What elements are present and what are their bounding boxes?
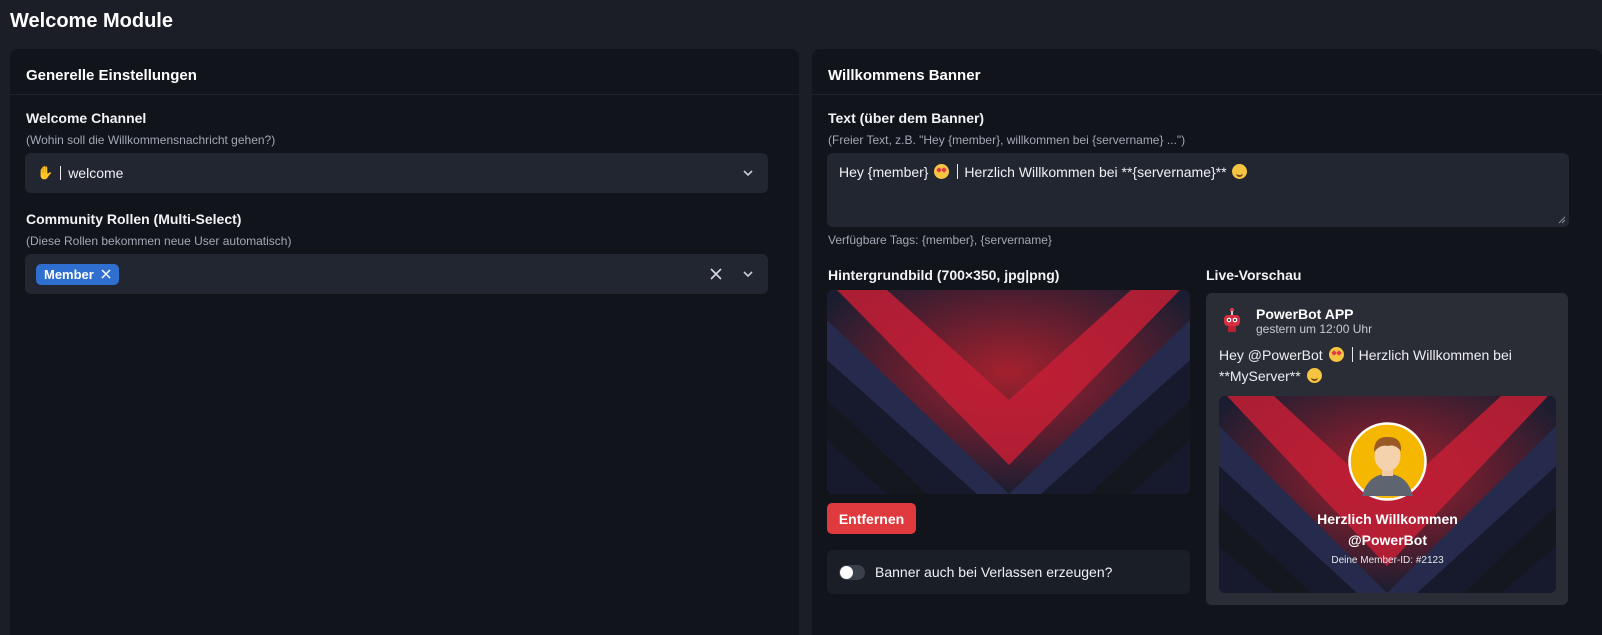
general-settings-card: Generelle Einstellungen Welcome Channel … <box>10 49 799 635</box>
community-roles-multiselect[interactable]: Member <box>25 254 768 294</box>
background-image-label: Hintergrundbild (700×350, jpg|png) <box>828 267 1060 283</box>
banner-text-prefix: Hey {member} <box>839 164 929 180</box>
waving-hand-icon: ✋ <box>37 165 54 180</box>
welcome-channel-select[interactable]: ✋ welcome <box>25 153 768 193</box>
welcome-channel-label: Welcome Channel <box>26 110 147 126</box>
role-tag-label: Member <box>44 266 94 282</box>
welcome-banner-heading: Willkommens Banner <box>812 49 1602 95</box>
banner-graphic <box>827 290 1190 494</box>
preview-card-member-id: Deine Member-ID: #2123 <box>1331 555 1444 566</box>
banner-text-label: Text (über dem Banner) <box>828 110 985 126</box>
message-timestamp: gestern um 12:00 Uhr <box>1256 322 1373 336</box>
toggle-knob <box>840 565 853 579</box>
leave-banner-label: Banner auch bei Verlassen erzeugen? <box>875 564 1113 580</box>
bot-name: PowerBot APP <box>1256 306 1354 322</box>
role-tag-member: Member <box>36 263 119 285</box>
welcome-channel-value: welcome <box>68 165 124 181</box>
clear-all-icon[interactable] <box>710 268 722 280</box>
community-roles-hint: (Diese Rollen bekommen neue User automat… <box>26 234 292 248</box>
welcome-banner-card: Willkommens Banner Text (über dem Banner… <box>812 49 1602 635</box>
banner-text-input[interactable]: Hey {member} Herzlich Willkommen bei **{… <box>827 153 1569 227</box>
remove-tag-icon[interactable] <box>101 269 111 279</box>
preview-message-line2: **MyServer** <box>1219 368 1301 384</box>
leave-banner-toggle[interactable] <box>839 564 865 580</box>
live-preview-panel: PowerBot APP gestern um 12:00 Uhr Hey @P… <box>1206 293 1568 605</box>
smile-emoji-icon <box>1306 368 1322 383</box>
preview-message-prefix: Hey @PowerBot <box>1219 347 1323 363</box>
resize-handle-icon[interactable] <box>1558 216 1566 224</box>
banner-text-hint: (Freier Text, z.B. "Hey {member}, willko… <box>828 133 1186 147</box>
preview-message-suffix: Herzlich Willkommen bei <box>1358 347 1512 363</box>
community-roles-label: Community Rollen (Multi-Select) <box>26 211 242 227</box>
star-struck-emoji-icon <box>934 164 950 179</box>
page-title: Welcome Module <box>10 10 173 32</box>
live-preview-label: Live-Vorschau <box>1206 267 1302 283</box>
smile-emoji-icon <box>1232 164 1248 179</box>
banner-text-suffix: Herzlich Willkommen bei **{servername}** <box>964 164 1227 180</box>
preview-card-title: Herzlich Willkommen <box>1317 511 1458 527</box>
background-image-preview <box>827 290 1190 494</box>
leave-banner-toggle-row[interactable]: Banner auch bei Verlassen erzeugen? <box>827 550 1190 594</box>
chevron-down-icon <box>743 271 753 278</box>
available-tags-hint: Verfügbare Tags: {member}, {servername} <box>828 233 1052 247</box>
preview-banner-card: Herzlich Willkommen @PowerBot Deine Memb… <box>1219 396 1556 593</box>
chevron-down-icon <box>743 170 753 177</box>
bot-avatar-icon <box>1224 308 1240 332</box>
preview-message: Hey @PowerBot Herzlich Willkommen bei **… <box>1219 345 1559 387</box>
preview-card-username: @PowerBot <box>1348 532 1427 548</box>
star-struck-emoji-icon <box>1328 347 1344 362</box>
welcome-channel-hint: (Wohin soll die Willkommensnachricht geh… <box>26 133 276 147</box>
remove-background-button[interactable]: Entfernen <box>827 503 916 534</box>
user-avatar-icon <box>1348 422 1427 501</box>
general-settings-heading: Generelle Einstellungen <box>10 49 799 95</box>
